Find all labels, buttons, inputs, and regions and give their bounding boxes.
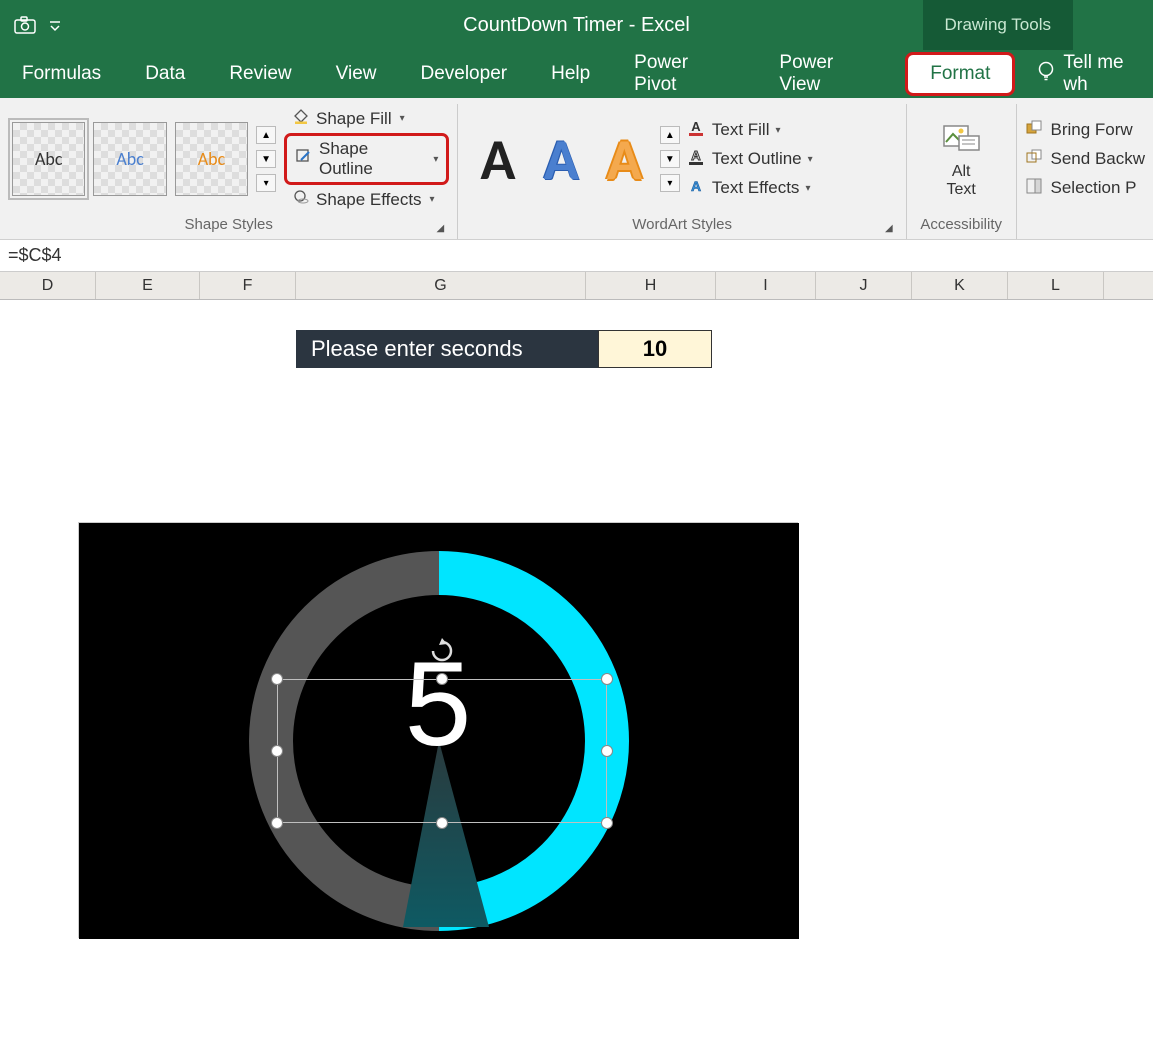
col-header-E[interactable]: E <box>96 272 200 299</box>
col-header-J[interactable]: J <box>816 272 912 299</box>
group-label-accessibility: Accessibility <box>915 214 1008 239</box>
worksheet[interactable]: Please enter seconds 10 5 <box>0 300 1153 1040</box>
tab-data[interactable]: Data <box>123 50 207 98</box>
ribbon-tabs: Formulas Data Review View Developer Help… <box>0 50 1153 98</box>
enter-seconds-label: Please enter seconds <box>296 330 598 368</box>
col-header-I[interactable]: I <box>716 272 816 299</box>
svg-text:A: A <box>691 148 701 163</box>
gallery-down-icon[interactable]: ▼ <box>256 150 276 168</box>
col-header-D[interactable]: D <box>0 272 96 299</box>
send-backward-icon <box>1025 148 1043 171</box>
tell-me[interactable]: Tell me wh <box>1019 50 1153 98</box>
shape-style-thumb-1[interactable]: Abc <box>12 122 85 196</box>
wordart-style-2[interactable]: A <box>544 124 579 195</box>
text-fill-button[interactable]: A Text Fill▾ <box>686 119 813 142</box>
col-header-L[interactable]: L <box>1008 272 1104 299</box>
tab-power-pivot[interactable]: Power Pivot <box>612 50 757 98</box>
tab-developer[interactable]: Developer <box>398 50 529 98</box>
wordart-style-1[interactable]: A <box>480 124 515 195</box>
bucket-icon <box>292 107 310 130</box>
gallery-up-icon[interactable]: ▲ <box>660 126 680 144</box>
qat-customize-icon[interactable] <box>48 18 62 32</box>
shape-style-buttons: Shape Fill▾ Shape Outline▾ Shape Effects… <box>284 104 449 214</box>
bring-forward-icon <box>1025 119 1043 142</box>
shape-style-thumb-2[interactable]: Abc <box>93 122 166 196</box>
group-wordart-styles: A A A ▲ ▼ ▾ A Text Fill▾ A T <box>458 104 906 239</box>
camera-icon[interactable] <box>14 16 36 34</box>
gallery-up-icon[interactable]: ▲ <box>256 126 276 144</box>
bring-forward-button[interactable]: Bring Forw <box>1025 119 1146 142</box>
col-header-F[interactable]: F <box>200 272 296 299</box>
svg-text:A: A <box>691 119 701 134</box>
title-bar: CountDown Timer - Excel Drawing Tools <box>0 0 1153 50</box>
dialog-launcher-wordart[interactable]: ◢ <box>882 221 896 235</box>
text-effects-button[interactable]: A Text Effects▾ <box>686 177 813 200</box>
group-accessibility: AltText Accessibility <box>907 104 1017 239</box>
pencil-icon <box>295 148 313 171</box>
group-label-shape-styles: Shape Styles ◢ <box>8 214 449 239</box>
countdown-chart[interactable]: 5 <box>78 522 798 938</box>
tab-format[interactable]: Format <box>905 52 1015 96</box>
wordart-gallery-arrows: ▲ ▼ ▾ <box>660 126 680 192</box>
alt-text-icon <box>941 120 981 163</box>
selection-pane-button[interactable]: Selection P <box>1025 177 1146 200</box>
alt-text-button[interactable]: AltText <box>931 120 991 198</box>
wordart-style-3[interactable]: A <box>607 124 642 195</box>
gallery-more-icon[interactable]: ▾ <box>256 174 276 192</box>
dialog-launcher-shape-styles[interactable]: ◢ <box>433 221 447 235</box>
selected-textbox[interactable] <box>277 679 607 823</box>
svg-text:A: A <box>691 178 701 194</box>
wordart-buttons: A Text Fill▾ A Text Outline▾ A Text Effe… <box>686 119 813 200</box>
bulb-icon <box>1037 60 1055 88</box>
tab-formulas[interactable]: Formulas <box>0 50 123 98</box>
shape-style-thumb-3[interactable]: Abc <box>175 122 248 196</box>
formula-bar[interactable]: =$C$4 <box>0 240 1153 272</box>
ribbon: Abc Abc Abc ▲ ▼ ▾ Shape Fill▾ <box>0 98 1153 240</box>
shape-fill-button[interactable]: Shape Fill▾ <box>284 104 449 133</box>
column-headers: D E F G H I J K L <box>0 272 1153 300</box>
col-header-G[interactable]: G <box>296 272 586 299</box>
formula-bar-value: =$C$4 <box>8 245 62 266</box>
group-arrange: Bring Forw Send Backw Selection P <box>1017 104 1153 239</box>
gallery-more-icon[interactable]: ▾ <box>660 174 680 192</box>
text-outline-icon: A <box>686 148 706 171</box>
shape-effects-button[interactable]: Shape Effects▾ <box>284 185 449 214</box>
text-outline-button[interactable]: A Text Outline▾ <box>686 148 813 171</box>
tab-view[interactable]: View <box>314 50 399 98</box>
col-header-K[interactable]: K <box>912 272 1008 299</box>
col-header-H[interactable]: H <box>586 272 716 299</box>
enter-seconds-cell[interactable]: 10 <box>598 330 712 368</box>
effects-icon <box>292 188 310 211</box>
text-effects-icon: A <box>686 177 706 200</box>
tell-me-label: Tell me wh <box>1063 52 1153 96</box>
shape-style-gallery-arrows: ▲ ▼ ▾ <box>256 126 276 192</box>
group-label-wordart: WordArt Styles ◢ <box>466 214 897 239</box>
gallery-down-icon[interactable]: ▼ <box>660 150 680 168</box>
selection-pane-icon <box>1025 177 1043 200</box>
tab-help[interactable]: Help <box>529 50 612 98</box>
group-label-arrange <box>1025 214 1146 239</box>
rotate-handle-icon[interactable] <box>429 638 455 664</box>
enter-seconds-row: Please enter seconds 10 <box>296 330 712 368</box>
tab-review[interactable]: Review <box>207 50 313 98</box>
tab-power-view[interactable]: Power View <box>757 50 901 98</box>
context-tab-drawing-tools: Drawing Tools <box>923 0 1073 50</box>
quick-access-toolbar <box>0 16 62 34</box>
text-fill-icon: A <box>686 119 706 142</box>
shape-outline-button[interactable]: Shape Outline▾ <box>284 133 449 185</box>
send-backward-button[interactable]: Send Backw <box>1025 148 1146 171</box>
group-shape-styles: Abc Abc Abc ▲ ▼ ▾ Shape Fill▾ <box>0 104 458 239</box>
